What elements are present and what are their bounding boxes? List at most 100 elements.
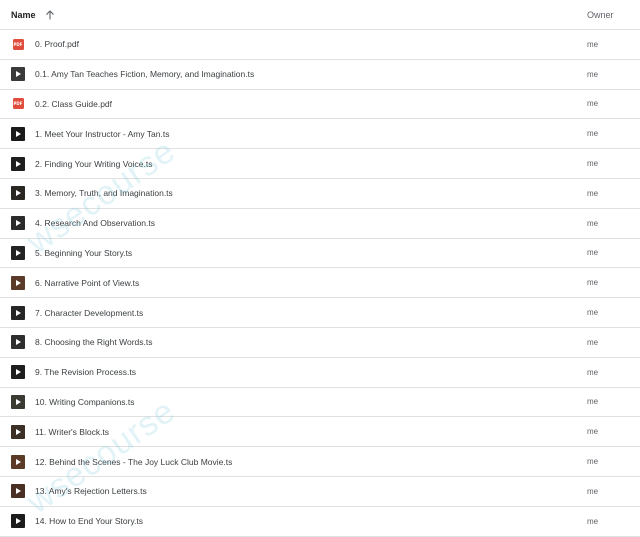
video-thumbnail-icon [11,126,25,141]
file-row[interactable]: 5. Beginning Your Story.ts me [0,239,640,269]
file-row[interactable]: 1. Meet Your Instructor - Amy Tan.ts me [0,119,640,150]
file-name-cell[interactable]: 3. Memory, Truth, and Imagination.ts [0,186,585,201]
file-row[interactable]: 4. Research And Observation.ts me [0,209,640,239]
video-thumbnail-icon [11,186,25,201]
file-name-cell[interactable]: 5. Beginning Your Story.ts [0,245,585,260]
file-name: 0.1. Amy Tan Teaches Fiction, Memory, an… [35,69,255,80]
file-row[interactable]: 7. Character Development.ts me [0,298,640,328]
play-icon [11,365,25,380]
file-name-cell[interactable]: PDF 0.2. Class Guide.pdf [0,97,585,111]
file-name: 1. Meet Your Instructor - Amy Tan.ts [35,128,170,139]
play-icon [11,275,25,290]
file-row[interactable]: 9. The Revision Process.ts me [0,358,640,388]
file-rows: PDF 0. Proof.pdf me 0.1. Amy Tan Teaches Fi… [0,30,640,537]
play-icon [11,67,25,82]
video-thumbnail-icon [11,67,25,82]
file-row[interactable]: 14. How to End Your Story.ts me [0,507,640,537]
video-thumbnail-icon [11,424,25,439]
pdf-icon: PDF [11,97,25,111]
video-thumbnail-icon [11,216,25,231]
file-owner: me [587,218,599,228]
file-owner: me [587,516,599,526]
file-name: 8. Choosing the Right Words.ts [35,337,153,348]
play-icon [11,484,25,499]
file-owner: me [587,69,599,79]
video-thumbnail-icon [11,156,25,171]
video-thumbnail-icon [11,454,25,469]
file-row[interactable]: PDF 0. Proof.pdf me [0,30,640,60]
file-owner: me [587,129,599,139]
pdf-badge: PDF [12,38,24,50]
file-name: 13. Amy's Rejection Letters.ts [35,486,147,497]
file-name: 0.2. Class Guide.pdf [35,98,113,109]
file-owner: me [587,367,599,377]
play-icon [11,245,25,260]
file-owner: me [587,397,599,407]
video-thumbnail-icon [11,365,25,380]
file-name-cell[interactable]: 8. Choosing the Right Words.ts [0,335,585,350]
video-thumbnail-icon [11,305,25,320]
file-name-cell[interactable]: 1. Meet Your Instructor - Amy Tan.ts [0,126,585,141]
file-row[interactable]: 2. Finding Your Writing Voice.ts me [0,149,640,179]
file-row[interactable]: PDF 0.2. Class Guide.pdf me [0,90,640,120]
file-name: 3. Memory, Truth, and Imagination.ts [35,188,173,199]
play-icon [11,186,25,201]
file-row[interactable]: 6. Narrative Point of View.ts me [0,268,640,299]
file-name: 12. Behind the Scenes - The Joy Luck Clu… [35,456,233,467]
file-owner: me [587,159,599,169]
file-name-cell[interactable]: 14. How to End Your Story.ts [0,514,585,529]
file-name: 4. Research And Observation.ts [35,218,156,229]
play-icon [11,216,25,231]
file-row[interactable]: 10. Writing Companions.ts me [0,388,640,418]
file-name: 9. The Revision Process.ts [35,367,136,378]
file-name-cell[interactable]: PDF 0. Proof.pdf [0,37,585,51]
file-name: 10. Writing Companions.ts [35,396,135,407]
arrow-up-icon[interactable] [45,9,55,20]
file-name-cell[interactable]: 4. Research And Observation.ts [0,216,585,231]
name-column-label: Name [11,9,36,20]
file-name-cell[interactable]: 11. Writer's Block.ts [0,424,585,439]
play-icon [11,335,25,350]
file-owner: me [587,99,599,109]
file-owner: me [587,457,599,467]
file-owner: me [587,337,599,347]
file-owner: me [587,248,599,258]
pdf-icon: PDF [11,37,25,51]
file-row[interactable]: 12. Behind the Scenes - The Joy Luck Clu… [0,447,640,477]
file-row[interactable]: 11. Writer's Block.ts me [0,417,640,448]
file-name: 0. Proof.pdf [35,39,79,50]
file-name-cell[interactable]: 6. Narrative Point of View.ts [0,275,585,290]
play-icon [11,126,25,141]
file-name-cell[interactable]: 9. The Revision Process.ts [0,365,585,380]
video-thumbnail-icon [11,484,25,499]
file-name: 7. Character Development.ts [35,307,144,318]
file-name: 5. Beginning Your Story.ts [35,247,133,258]
column-header-row: Name Owner [0,0,640,30]
file-owner: me [587,427,599,437]
file-row[interactable]: 8. Choosing the Right Words.ts me [0,328,640,358]
play-icon [11,514,25,529]
video-thumbnail-icon [11,275,25,290]
file-name-cell[interactable]: 7. Character Development.ts [0,305,585,320]
file-owner: me [587,308,599,318]
play-icon [11,424,25,439]
play-icon [11,454,25,469]
pdf-badge: PDF [12,98,24,110]
file-name: 6. Narrative Point of View.ts [35,277,140,288]
file-name-cell[interactable]: 2. Finding Your Writing Voice.ts [0,156,585,171]
file-row[interactable]: 13. Amy's Rejection Letters.ts me [0,477,640,507]
video-thumbnail-icon [11,245,25,260]
file-row[interactable]: 3. Memory, Truth, and Imagination.ts me [0,179,640,209]
video-thumbnail-icon [11,335,25,350]
owner-column-header[interactable]: Owner [585,10,640,20]
file-owner: me [587,486,599,496]
file-name-cell[interactable]: 12. Behind the Scenes - The Joy Luck Clu… [0,454,585,469]
play-icon [11,305,25,320]
play-icon [11,394,25,409]
file-name-cell[interactable]: 13. Amy's Rejection Letters.ts [0,484,585,499]
video-thumbnail-icon [11,514,25,529]
file-name-cell[interactable]: 10. Writing Companions.ts [0,394,585,409]
file-row[interactable]: 0.1. Amy Tan Teaches Fiction, Memory, an… [0,60,640,90]
file-name-cell[interactable]: 0.1. Amy Tan Teaches Fiction, Memory, an… [0,67,585,82]
name-column-header[interactable]: Name [0,10,585,20]
